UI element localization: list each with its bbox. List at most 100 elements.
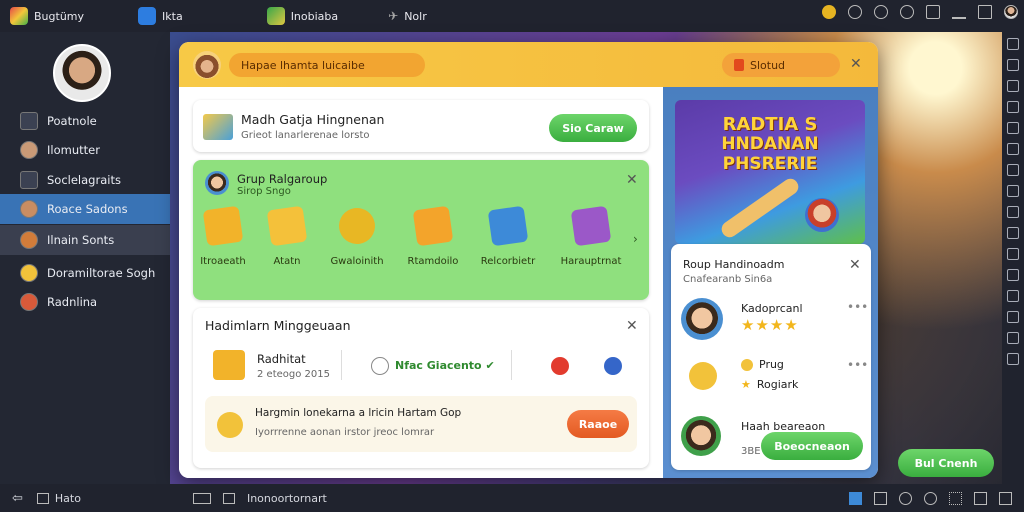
profile-avatar[interactable] xyxy=(53,44,111,102)
tab-ikta[interactable]: Ikta xyxy=(128,0,193,32)
sidebar-item-social[interactable]: Soclelagraits xyxy=(0,165,170,195)
coin-icon xyxy=(741,358,753,371)
tab-add[interactable]: ✈ Nolr xyxy=(378,0,437,32)
friends-subtitle: Cnafearanb Sin6a xyxy=(683,274,773,285)
notice-banner: Hargmin lonekarna a lricin Hartam Gop Iy… xyxy=(205,396,637,452)
dialog-header: Hapae lhamta luicaibe Slotud ✕ xyxy=(179,42,878,87)
tab-app[interactable]: Bugtümy xyxy=(0,0,94,32)
gift-item[interactable]: Rtamdoilo xyxy=(399,205,467,267)
expand-icon[interactable] xyxy=(998,491,1012,505)
record-icon[interactable] xyxy=(551,357,569,375)
edit-icon[interactable] xyxy=(604,357,622,375)
user-avatar[interactable] xyxy=(1004,5,1018,19)
toolbar-icon[interactable] xyxy=(1007,59,1019,71)
coin-icon xyxy=(689,362,717,390)
help-icon[interactable] xyxy=(900,5,914,19)
friends-card: Roup Handinoadm Cnafearanb Sin6a ✕ Kadop… xyxy=(671,244,871,470)
gift-item[interactable]: Itroaeath xyxy=(189,205,257,267)
radio-icon xyxy=(20,293,38,311)
sidebar-item-profile[interactable]: Ilomutter xyxy=(0,135,170,165)
toolbar-icon[interactable] xyxy=(1007,206,1019,218)
user-icon xyxy=(20,141,38,159)
notification-icon[interactable] xyxy=(848,5,862,19)
notice-subtitle: Iyorrrenne aonan irstor jreoc lomrar xyxy=(255,427,435,438)
window-icon[interactable] xyxy=(222,492,235,504)
toolbar-icon[interactable] xyxy=(1007,185,1019,197)
screen-icon[interactable] xyxy=(973,491,987,505)
close-icon[interactable]: ✕ xyxy=(626,318,638,334)
friend-action-button[interactable]: Boeocneaon xyxy=(761,432,863,460)
chart-icon[interactable] xyxy=(848,491,862,505)
sidebar-item-radio[interactable]: Radnlina xyxy=(0,287,170,317)
star-icon: ★ xyxy=(741,378,751,391)
character-art xyxy=(805,198,839,232)
home-icon[interactable] xyxy=(36,492,49,504)
status-pill[interactable]: Slotud xyxy=(722,53,840,77)
gift-label: Harauptrnat xyxy=(560,256,622,267)
header-pill[interactable]: Hapae lhamta luicaibe xyxy=(229,53,425,77)
close-icon[interactable]: ✕ xyxy=(849,257,861,273)
install-button[interactable]: Bul Cnenh xyxy=(898,449,994,477)
toolbar-icon[interactable] xyxy=(1007,101,1019,113)
close-icon[interactable]: ✕ xyxy=(850,56,862,72)
toolbar-icon[interactable] xyxy=(1007,332,1019,344)
grid-icon[interactable] xyxy=(948,491,962,505)
toolbar-icon[interactable] xyxy=(1007,38,1019,50)
toolbar-icon[interactable] xyxy=(1007,143,1019,155)
gift-item[interactable]: Relcorbietr xyxy=(474,205,542,267)
mission-subtitle: Grieot lanarlerenae lorsto xyxy=(241,130,370,141)
toolbar-icon[interactable] xyxy=(1007,80,1019,92)
sidebar-item-store[interactable]: Doramiltorae Sogh xyxy=(0,258,170,288)
image-icon[interactable] xyxy=(873,491,887,505)
toolbar-icon[interactable] xyxy=(1007,353,1019,365)
gift-item[interactable]: Harauptrnat xyxy=(557,205,625,267)
lock-icon xyxy=(734,59,744,71)
chat-icon xyxy=(20,171,38,189)
gift-box-icon xyxy=(213,350,245,380)
toolbar-icon[interactable] xyxy=(1007,269,1019,281)
app-title: Bugtümy xyxy=(34,9,85,23)
notice-button[interactable]: Raaoe xyxy=(567,410,629,438)
more-icon[interactable]: ••• xyxy=(847,358,868,372)
chevron-right-icon[interactable]: › xyxy=(633,232,638,246)
window-controls xyxy=(822,5,1018,19)
friend-avatar[interactable] xyxy=(681,298,723,340)
promo-banner[interactable]: RADTIA S HNDANAN PHSRERIE xyxy=(675,100,865,244)
coin-icon[interactable] xyxy=(822,5,836,19)
gift-item[interactable]: Atatn xyxy=(253,205,321,267)
mascot-avatar xyxy=(193,51,221,79)
toolbar-icon[interactable] xyxy=(1007,311,1019,323)
back-label[interactable]: Hato xyxy=(55,492,81,505)
currency-icon[interactable] xyxy=(923,491,937,505)
friend-name: Kadoprcanl xyxy=(741,302,803,315)
more-icon[interactable]: ••• xyxy=(847,300,868,314)
sidebar-item-home[interactable]: Poatnole xyxy=(0,106,170,136)
toolbar-icon[interactable] xyxy=(1007,248,1019,260)
toolbar-icon[interactable] xyxy=(1007,290,1019,302)
promo-line-2: HNDANAN xyxy=(721,134,819,154)
minimize-icon[interactable] xyxy=(952,5,966,19)
divider xyxy=(511,350,512,380)
settings-icon[interactable] xyxy=(874,5,888,19)
toolbar-icon[interactable] xyxy=(1007,227,1019,239)
reward-item-title: Radhitat xyxy=(257,352,306,366)
sidebar-item-race[interactable]: Roace Sadons xyxy=(0,194,170,224)
maximize-icon[interactable] xyxy=(978,5,992,19)
divider xyxy=(341,350,342,380)
gamepad-icon[interactable] xyxy=(898,491,912,505)
toolbar-icon[interactable] xyxy=(1007,164,1019,176)
app-logo-icon xyxy=(10,7,28,25)
mission-title: Madh Gatja Hingnenan xyxy=(241,112,385,127)
toolbar-icon[interactable] xyxy=(1007,122,1019,134)
close-icon[interactable]: ✕ xyxy=(626,172,638,188)
store-icon xyxy=(20,264,38,282)
menu-icon[interactable] xyxy=(926,5,940,19)
sidebar-item-main[interactable]: Ilnain Sonts xyxy=(0,225,170,255)
mission-button[interactable]: Sio Caraw xyxy=(549,114,637,142)
ikta-icon xyxy=(138,7,157,25)
friend-avatar[interactable] xyxy=(681,416,721,456)
gift-item[interactable]: Gwaloinith xyxy=(323,205,391,267)
keyboard-icon[interactable] xyxy=(192,492,211,504)
back-icon[interactable]: ⇦ xyxy=(12,491,23,506)
tab-inobiaba[interactable]: Inobiaba xyxy=(257,0,348,32)
